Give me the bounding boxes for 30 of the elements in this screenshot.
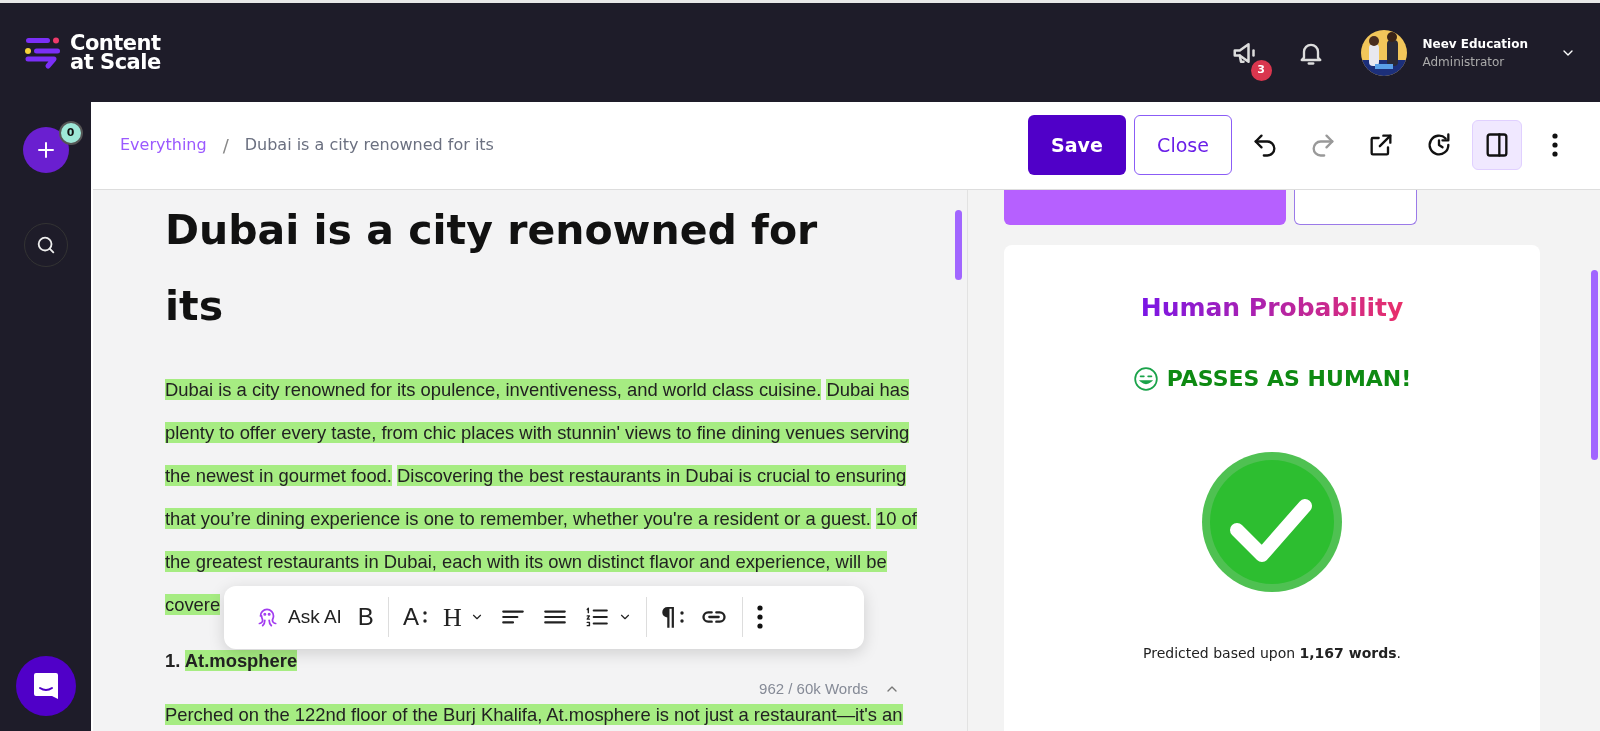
dots-icon: [679, 610, 684, 625]
user-name: Neev Education: [1422, 35, 1528, 53]
redo-icon: [1309, 131, 1337, 160]
app-logo[interactable]: Content at Scale: [70, 33, 161, 72]
reset-button[interactable]: [1294, 189, 1417, 225]
count-badge: 0: [58, 121, 83, 145]
ai-check-button[interactable]: [1004, 189, 1286, 225]
wink-face-icon: [1132, 365, 1159, 392]
new-content-button[interactable]: [22, 127, 69, 173]
scrollbar-thumb[interactable]: [1591, 269, 1598, 460]
save-button[interactable]: Save: [1028, 115, 1126, 176]
notification-badge: 3: [1250, 59, 1272, 81]
user-role: Administrator: [1422, 53, 1506, 71]
breadcrumb-link[interactable]: Everything: [120, 133, 207, 158]
check-circle-icon: [1201, 451, 1343, 594]
breadcrumb-separator: /: [222, 133, 229, 158]
list-heading: At.mosphere: [184, 649, 298, 671]
close-button[interactable]: Close: [1134, 115, 1232, 176]
panel-toggle-button[interactable]: [1472, 120, 1522, 171]
list-number: 1.: [165, 649, 181, 671]
document-title[interactable]: Dubai is a city renowned for its: [165, 191, 885, 344]
dots-icon: [422, 610, 427, 625]
word-count: 962 / 60k Words: [759, 679, 868, 698]
breadcrumb-current: Dubai is a city renowned for its: [244, 134, 494, 157]
more-icon: [1552, 133, 1558, 158]
scrollbar-thumb[interactable]: [955, 209, 962, 280]
prediction-note: Predicted based upon 1,167 words.: [1143, 644, 1401, 664]
verdict: PASSES AS HUMAN!: [1166, 365, 1412, 394]
chat-icon: [31, 671, 60, 701]
more-icon: [756, 605, 763, 630]
